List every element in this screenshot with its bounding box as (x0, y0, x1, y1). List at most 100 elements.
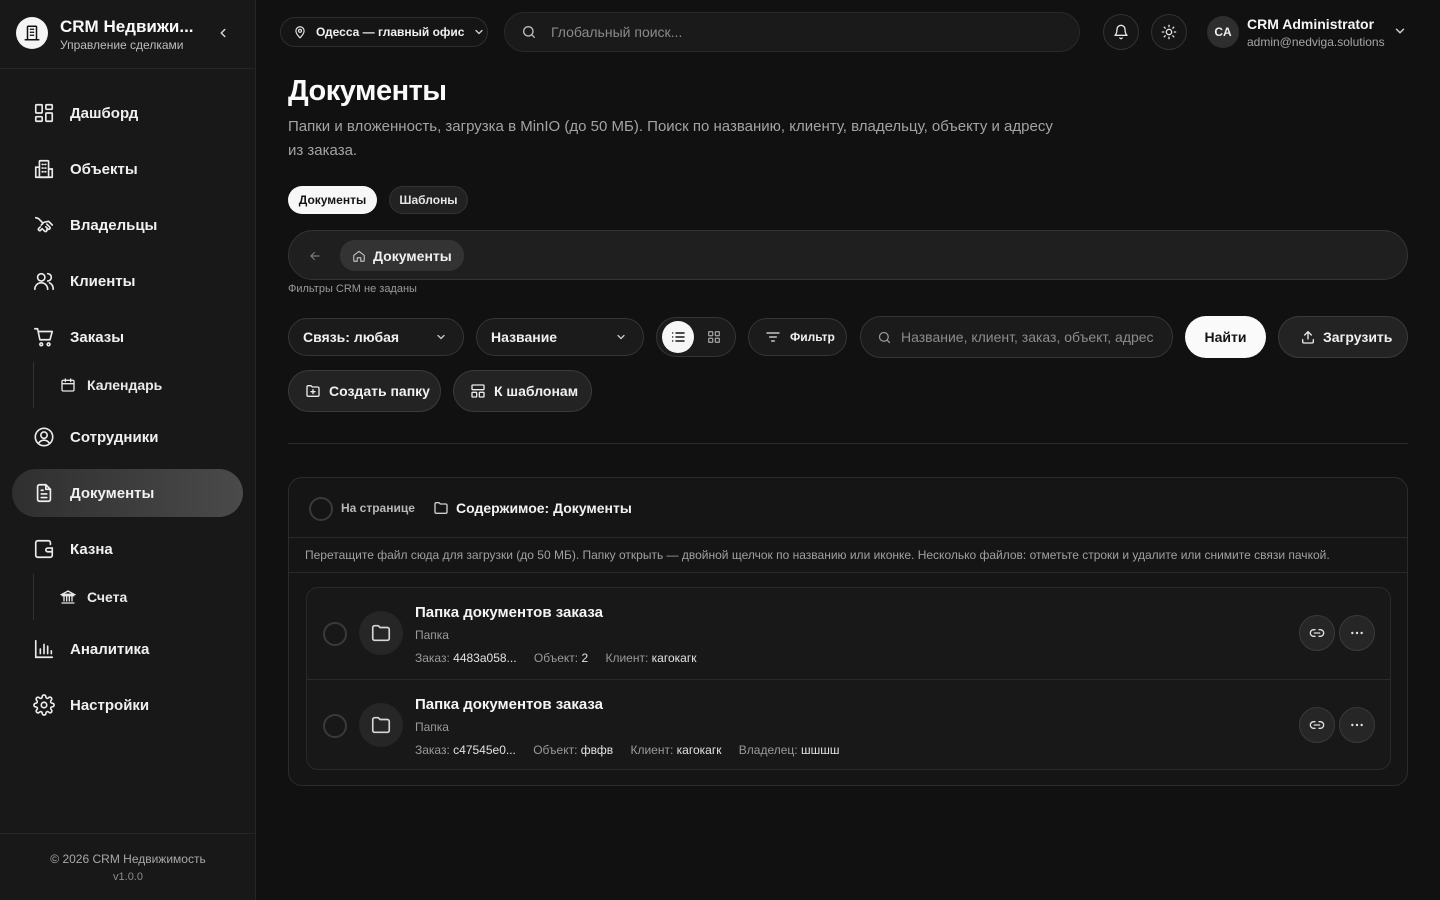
sidebar-item-accounts[interactable]: Счета (48, 581, 127, 613)
global-search[interactable] (504, 12, 1080, 52)
create-folder-label: Создать папку (329, 383, 430, 399)
sidebar-item-label: Календарь (87, 377, 163, 393)
map-pin-icon (295, 26, 305, 39)
bank-icon (60, 589, 76, 605)
sidebar-item-calendar[interactable]: Календарь (48, 369, 162, 401)
view-toggle (656, 317, 736, 357)
more-button[interactable] (1339, 707, 1375, 743)
sidebar-item-treasury[interactable]: Казна (12, 525, 243, 573)
wallet-icon (32, 537, 56, 561)
folder-icon (434, 502, 448, 514)
drop-hint: Перетащите файл сюда для загрузки (до 50… (289, 538, 1407, 573)
select-page-label: На странице (341, 501, 415, 515)
item-name[interactable]: Папка документов заказа (415, 696, 603, 713)
user-email: admin@nedviga.solutions (1247, 35, 1385, 49)
notifications-button[interactable] (1103, 14, 1139, 50)
chevron-left-icon (220, 28, 226, 38)
documents-panel: На странице Содержимое: Документы Перета… (288, 477, 1408, 786)
sidebar-item-objects[interactable]: Объекты (12, 145, 243, 193)
to-templates-button[interactable]: К шаблонам (453, 370, 592, 412)
gear-icon (32, 693, 56, 717)
documents-search-input[interactable] (901, 329, 1161, 345)
item-name[interactable]: Папка документов заказа (415, 604, 603, 621)
list-item[interactable]: Папка документов заказа Папка Заказ: 448… (307, 588, 1390, 679)
sidebar-item-dashboard[interactable]: Дашборд (12, 89, 243, 137)
sidebar-item-documents[interactable]: Документы (12, 469, 243, 517)
submenu-line (33, 362, 34, 408)
brand-logo-icon (16, 17, 48, 49)
row-checkbox[interactable] (323, 622, 347, 646)
chevron-down-icon (617, 334, 625, 340)
item-meta: Заказ: 4483a058... Объект: 2 Клиент: каг… (415, 651, 696, 665)
select-page-checkbox[interactable] (309, 497, 333, 521)
link-filter-value: Связь: любая (303, 329, 400, 345)
brand-title: CRM Недвижи... (60, 17, 194, 36)
sidebar-item-owners[interactable]: Владельцы (12, 201, 243, 249)
create-folder-button[interactable]: Создать папку (288, 370, 441, 412)
documents-search[interactable] (860, 316, 1173, 358)
sidebar-item-clients[interactable]: Клиенты (12, 257, 243, 305)
sidebar-item-label: Документы (70, 484, 155, 502)
collapse-sidebar-button[interactable] (214, 24, 232, 42)
row-checkbox[interactable] (323, 714, 347, 738)
tab-templates[interactable]: Шаблоны (389, 186, 468, 214)
meta-value: фвфв (580, 743, 614, 757)
tab-documents[interactable]: Документы (288, 186, 377, 214)
sidebar-item-label: Казна (70, 540, 113, 558)
template-icon (471, 384, 485, 398)
handshake-icon (32, 213, 56, 237)
divider (288, 443, 1408, 444)
avatar: CA (1207, 16, 1239, 48)
meta-key: Клиент: (630, 743, 674, 757)
upload-icon (1302, 331, 1314, 344)
theme-toggle-button[interactable] (1151, 14, 1187, 50)
sidebar-item-orders[interactable]: Заказы (12, 313, 243, 361)
meta-key: Объект: (533, 651, 579, 665)
item-type: Папка (415, 720, 449, 734)
meta-value: шшшш (800, 743, 840, 757)
submenu-line (33, 574, 34, 620)
sidebar-item-label: Аналитика (70, 640, 150, 658)
folder-icon[interactable] (359, 611, 403, 655)
sidebar-item-employees[interactable]: Сотрудники (12, 413, 243, 461)
copyright: © 2026 CRM Недвижимость (50, 852, 206, 866)
user-menu[interactable]: CA CRM Administrator admin@nedviga.solut… (1207, 14, 1405, 50)
meta-key: Клиент: (605, 651, 649, 665)
breadcrumb-root[interactable]: Документы (340, 240, 464, 271)
find-button[interactable]: Найти (1185, 316, 1266, 358)
breadcrumb: Документы (288, 230, 1408, 280)
filter-label: Фильтр (790, 330, 835, 344)
home-icon (353, 250, 365, 262)
list-item[interactable]: Папка документов заказа Папка Заказ: c47… (307, 679, 1390, 770)
link-filter-select[interactable]: Связь: любая (288, 318, 464, 356)
sort-select[interactable]: Название (476, 318, 644, 356)
breadcrumb-label: Документы (373, 247, 452, 264)
app-root: CRM Недвижи... Управление сделками Дашбо… (0, 0, 1440, 900)
office-selector[interactable]: Одесса — главный офис (280, 17, 488, 47)
global-search-input[interactable] (551, 24, 1031, 40)
link-icon (1309, 629, 1325, 637)
upload-button[interactable]: Загрузить (1278, 316, 1408, 358)
folder-icon[interactable] (359, 703, 403, 747)
list-view-button[interactable] (662, 321, 694, 353)
filter-button[interactable]: Фильтр (748, 318, 847, 356)
meta-key: Владелец: (738, 743, 798, 757)
chevron-down-icon (437, 334, 445, 340)
link-button[interactable] (1299, 707, 1335, 743)
sidebar-item-analytics[interactable]: Аналитика (12, 625, 243, 673)
office-label: Одесса — главный офис (316, 25, 465, 39)
sidebar-item-settings[interactable]: Настройки (12, 681, 243, 729)
sidebar-item-label: Счета (87, 589, 128, 605)
back-button[interactable] (305, 246, 325, 266)
sidebar-item-label: Объекты (70, 160, 138, 178)
grid-view-button[interactable] (698, 321, 730, 353)
more-button[interactable] (1339, 615, 1375, 651)
sidebar-item-label: Сотрудники (70, 428, 159, 446)
crm-filters-note: Фильтры CRM не заданы (288, 283, 417, 295)
building-icon (32, 157, 56, 181)
link-button[interactable] (1299, 615, 1335, 651)
sidebar-item-label: Владельцы (70, 216, 158, 234)
to-templates-label: К шаблонам (494, 383, 579, 399)
document-icon (32, 481, 56, 505)
meta-key: Объект: (533, 743, 578, 757)
